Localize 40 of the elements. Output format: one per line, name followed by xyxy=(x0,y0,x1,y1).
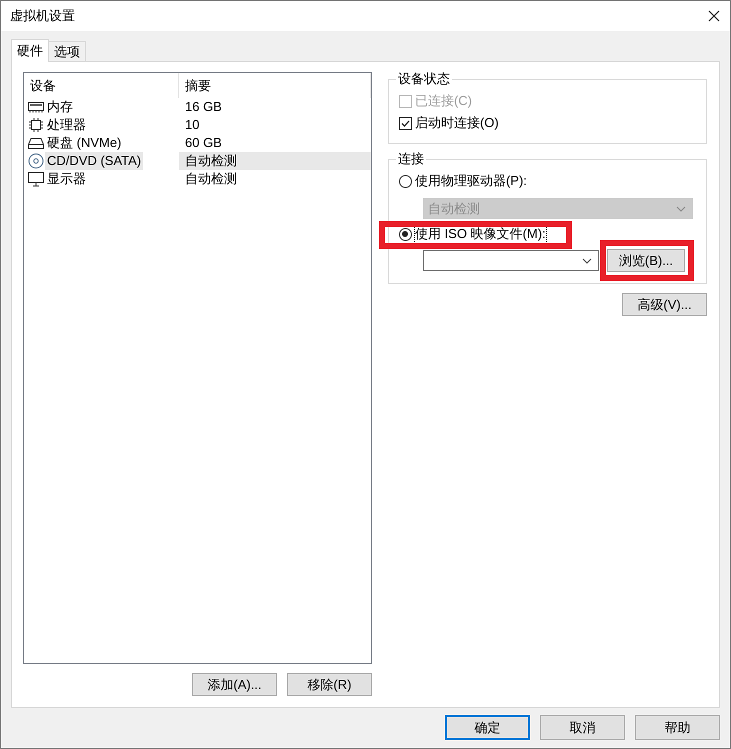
iso-path-dropdown[interactable] xyxy=(422,250,599,271)
column-header[interactable]: 设备 xyxy=(24,73,179,98)
window-title: 虚拟机设置 xyxy=(10,7,75,25)
column-header[interactable]: 摘要 xyxy=(179,73,371,98)
chip-icon xyxy=(28,118,44,132)
device-summary: 60 GB xyxy=(184,134,223,152)
chevron-icon xyxy=(582,258,592,264)
device-name[interactable]: 处理器 xyxy=(45,116,88,134)
advanced-button[interactable]: 高级(V)... xyxy=(622,293,707,316)
dropdown-value: 自动检测 xyxy=(428,200,480,218)
chevron-icon xyxy=(676,206,686,212)
device-summary: 自动检测 xyxy=(179,152,371,170)
device-summary: 自动检测 xyxy=(184,170,238,188)
browse-button[interactable]: 浏览(B)... xyxy=(606,249,685,272)
disc-icon xyxy=(28,153,44,169)
device-summary: 10 xyxy=(184,116,200,134)
radio-label: 使用物理驱动器(P): xyxy=(414,172,527,190)
checkbox[interactable] xyxy=(398,116,412,130)
checkbox-label: 已连接(C) xyxy=(414,92,472,110)
device-summary: 16 GB xyxy=(184,98,223,116)
group-title: 设备状态 xyxy=(396,70,451,88)
group-title: 连接 xyxy=(396,150,425,168)
add-button[interactable]: 添加(A)... xyxy=(192,673,277,696)
radio-label: 使用 ISO 映像文件(M): xyxy=(414,225,546,243)
device-name[interactable]: 内存 xyxy=(45,98,75,116)
radio-button[interactable] xyxy=(398,174,412,188)
close-icon[interactable] xyxy=(708,10,720,22)
radio-button[interactable] xyxy=(398,228,412,240)
memory-icon xyxy=(28,100,44,114)
dialog-button[interactable]: 确定 xyxy=(445,715,530,740)
device-name[interactable]: 硬盘 (NVMe) xyxy=(45,134,124,152)
monitor-icon xyxy=(28,172,44,186)
device-name[interactable]: CD/DVD (SATA) xyxy=(45,152,144,170)
dialog-button[interactable]: 帮助 xyxy=(635,715,720,740)
remove-button[interactable]: 移除(R) xyxy=(286,673,372,696)
device-name[interactable]: 显示器 xyxy=(45,170,88,188)
checkbox-label: 启动时连接(O) xyxy=(414,114,499,132)
tab[interactable]: 硬件 xyxy=(11,39,49,62)
dialog-button[interactable]: 取消 xyxy=(540,715,625,740)
tab[interactable]: 选项 xyxy=(48,41,86,61)
